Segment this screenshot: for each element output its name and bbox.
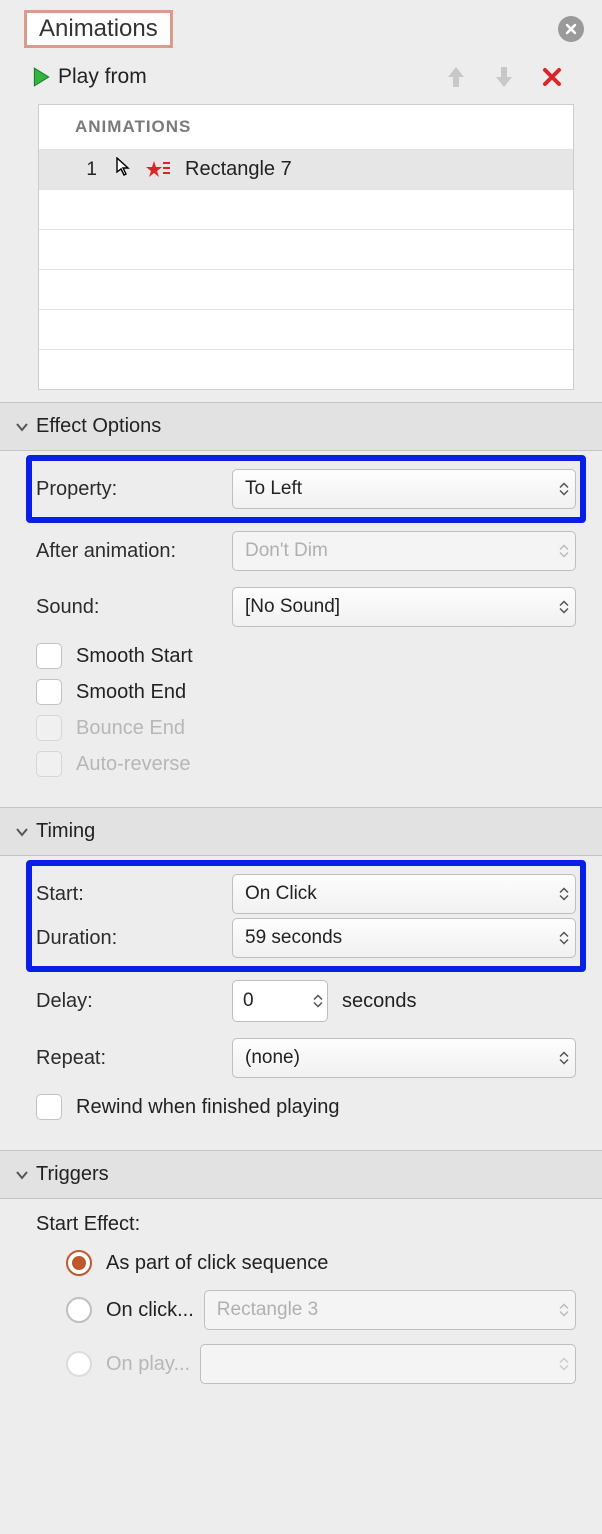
play-from-label: Play from bbox=[58, 65, 147, 89]
move-down-button[interactable] bbox=[484, 64, 524, 90]
bounce-end-checkbox bbox=[36, 715, 62, 741]
animation-row[interactable]: 1 Rectangle 7 bbox=[39, 149, 573, 189]
repeat-label: Repeat: bbox=[36, 1047, 232, 1070]
empty-row bbox=[39, 309, 573, 349]
delay-input[interactable]: 0 bbox=[232, 980, 328, 1022]
after-animation-value: Don't Dim bbox=[245, 540, 328, 562]
radio-on-click[interactable] bbox=[66, 1297, 92, 1323]
start-label: Start: bbox=[36, 883, 232, 906]
on-click-target-value: Rectangle 3 bbox=[217, 1299, 318, 1321]
start-effect-label: Start Effect: bbox=[36, 1213, 576, 1236]
duration-label: Duration: bbox=[36, 927, 232, 950]
section-title: Timing bbox=[36, 820, 95, 843]
rewind-label: Rewind when finished playing bbox=[76, 1096, 340, 1119]
smooth-end-label: Smooth End bbox=[76, 681, 186, 704]
animations-list-header: ANIMATIONS bbox=[39, 105, 573, 149]
bounce-end-label: Bounce End bbox=[76, 717, 185, 740]
animation-name: Rectangle 7 bbox=[185, 158, 292, 181]
stepper-icon bbox=[559, 1052, 569, 1065]
stepper-icon bbox=[559, 601, 569, 614]
stepper-icon bbox=[559, 545, 569, 558]
repeat-value: (none) bbox=[245, 1047, 300, 1069]
property-value: To Left bbox=[245, 478, 302, 500]
stepper-icon bbox=[559, 932, 569, 945]
triggers-body: Start Effect: As part of click sequence … bbox=[0, 1199, 602, 1418]
sound-value: [No Sound] bbox=[245, 596, 340, 618]
move-up-button[interactable] bbox=[436, 64, 476, 90]
after-animation-label: After animation: bbox=[36, 540, 232, 563]
close-icon[interactable] bbox=[558, 16, 584, 42]
stepper-icon[interactable] bbox=[313, 995, 323, 1008]
triggers-header[interactable]: Triggers bbox=[0, 1150, 602, 1199]
on-click-target-select: Rectangle 3 bbox=[204, 1290, 576, 1330]
chevron-down-icon bbox=[14, 824, 30, 840]
panel-title: Animations bbox=[24, 10, 173, 48]
stepper-icon bbox=[559, 483, 569, 496]
highlight-timing: Start: On Click Duration: 59 seconds bbox=[26, 860, 586, 972]
sound-select[interactable]: [No Sound] bbox=[232, 587, 576, 627]
after-animation-select: Don't Dim bbox=[232, 531, 576, 571]
stepper-icon bbox=[559, 888, 569, 901]
chevron-down-icon bbox=[14, 1167, 30, 1183]
effect-options-header[interactable]: Effect Options bbox=[0, 402, 602, 451]
radio-on-play bbox=[66, 1351, 92, 1377]
radio-on-play-label: On play... bbox=[106, 1353, 190, 1376]
property-label: Property: bbox=[36, 478, 232, 501]
delay-suffix: seconds bbox=[342, 990, 417, 1013]
effect-options-body: Property: To Left After animation: Don't… bbox=[0, 451, 602, 807]
duration-select[interactable]: 59 seconds bbox=[232, 918, 576, 958]
rewind-checkbox[interactable] bbox=[36, 1094, 62, 1120]
section-title: Triggers bbox=[36, 1163, 109, 1186]
delete-button[interactable] bbox=[532, 66, 572, 88]
property-select[interactable]: To Left bbox=[232, 469, 576, 509]
play-toolbar: Play from bbox=[0, 54, 602, 100]
radio-click-sequence[interactable] bbox=[66, 1250, 92, 1276]
onclick-indicator-icon bbox=[115, 157, 131, 183]
section-title: Effect Options bbox=[36, 415, 161, 438]
empty-row bbox=[39, 349, 573, 389]
stepper-icon bbox=[559, 1304, 569, 1317]
on-play-target-select bbox=[200, 1344, 576, 1384]
repeat-select[interactable]: (none) bbox=[232, 1038, 576, 1078]
chevron-down-icon bbox=[14, 419, 30, 435]
duration-value: 59 seconds bbox=[245, 927, 342, 949]
timing-body: Start: On Click Duration: 59 seconds Del… bbox=[0, 856, 602, 1150]
animations-list: ANIMATIONS 1 Rectangle 7 bbox=[38, 104, 574, 390]
highlight-property: Property: To Left bbox=[26, 455, 586, 523]
smooth-end-checkbox[interactable] bbox=[36, 679, 62, 705]
start-select[interactable]: On Click bbox=[232, 874, 576, 914]
delay-value: 0 bbox=[243, 990, 254, 1012]
start-value: On Click bbox=[245, 883, 317, 905]
empty-row bbox=[39, 189, 573, 229]
smooth-start-checkbox[interactable] bbox=[36, 643, 62, 669]
animation-index: 1 bbox=[69, 159, 97, 181]
radio-on-click-label: On click... bbox=[106, 1299, 194, 1322]
auto-reverse-checkbox bbox=[36, 751, 62, 777]
sound-label: Sound: bbox=[36, 596, 232, 619]
radio-click-sequence-label: As part of click sequence bbox=[106, 1252, 328, 1275]
empty-row bbox=[39, 229, 573, 269]
delay-label: Delay: bbox=[36, 990, 232, 1013]
timing-header[interactable]: Timing bbox=[0, 807, 602, 856]
play-icon[interactable] bbox=[30, 66, 52, 88]
empty-row bbox=[39, 269, 573, 309]
auto-reverse-label: Auto-reverse bbox=[76, 753, 191, 776]
effect-type-icon bbox=[145, 159, 171, 181]
stepper-icon bbox=[559, 1358, 569, 1371]
smooth-start-label: Smooth Start bbox=[76, 645, 193, 668]
